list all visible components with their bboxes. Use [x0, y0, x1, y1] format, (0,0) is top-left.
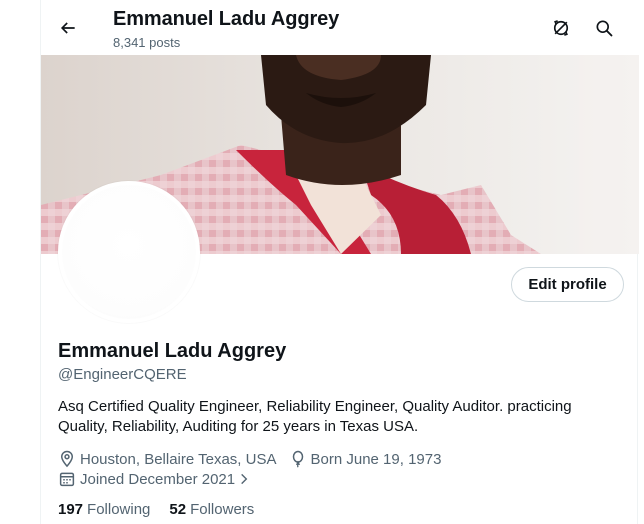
back-button[interactable]: [51, 11, 85, 45]
profile-display-name: Emmanuel Ladu Aggrey: [58, 340, 287, 362]
search-icon: [596, 20, 613, 37]
joined-item[interactable]: Joined December 2021: [58, 470, 251, 488]
location-text: Houston, Bellaire Texas, USA: [80, 450, 277, 468]
profile-page: Emmanuel Ladu Aggrey 8,341 posts Edit pr…: [0, 0, 644, 524]
follow-stats: 197 Following 52 Followers: [58, 501, 273, 518]
following-link[interactable]: 197 Following: [58, 501, 150, 518]
balloon-icon: [289, 450, 307, 468]
following-count: 197: [58, 501, 84, 518]
followers-link[interactable]: 52 Followers: [169, 501, 254, 518]
avatar-placeholder: [62, 185, 196, 319]
location-pin-icon: [58, 450, 76, 468]
followers-label: Followers: [190, 501, 255, 518]
profile-bio: Asq Certified Quality Engineer, Reliabil…: [58, 398, 572, 435]
followers-count: 52: [169, 501, 187, 518]
birthday-text: Born June 19, 1973: [310, 450, 442, 468]
main-column: Emmanuel Ladu Aggrey 8,341 posts Edit pr…: [40, 0, 639, 524]
profile-meta-row: Houston, Bellaire Texas, USA Born June 1…: [58, 450, 441, 468]
header-title: Emmanuel Ladu Aggrey: [113, 8, 340, 30]
chevron-right-icon: [237, 472, 251, 486]
following-label: Following: [87, 501, 151, 518]
search-button[interactable]: [588, 12, 620, 44]
location-item: Houston, Bellaire Texas, USA: [58, 450, 277, 468]
joined-text: Joined December 2021: [80, 470, 236, 488]
data-saver-button[interactable]: [545, 12, 577, 44]
joined-row: Joined December 2021: [58, 470, 251, 488]
calendar-icon: [58, 470, 76, 488]
profile-header: Emmanuel Ladu Aggrey 8,341 posts: [41, 0, 639, 55]
edit-profile-button[interactable]: Edit profile: [511, 267, 624, 302]
posts-count: 8,341 posts: [113, 35, 181, 50]
profile-handle: @EngineerCQERE: [58, 366, 187, 383]
profile-avatar[interactable]: [58, 181, 200, 323]
birthday-item: Born June 19, 1973: [289, 450, 442, 468]
no-data-saver-icon: [553, 20, 569, 36]
arrow-left-icon: [60, 22, 75, 34]
